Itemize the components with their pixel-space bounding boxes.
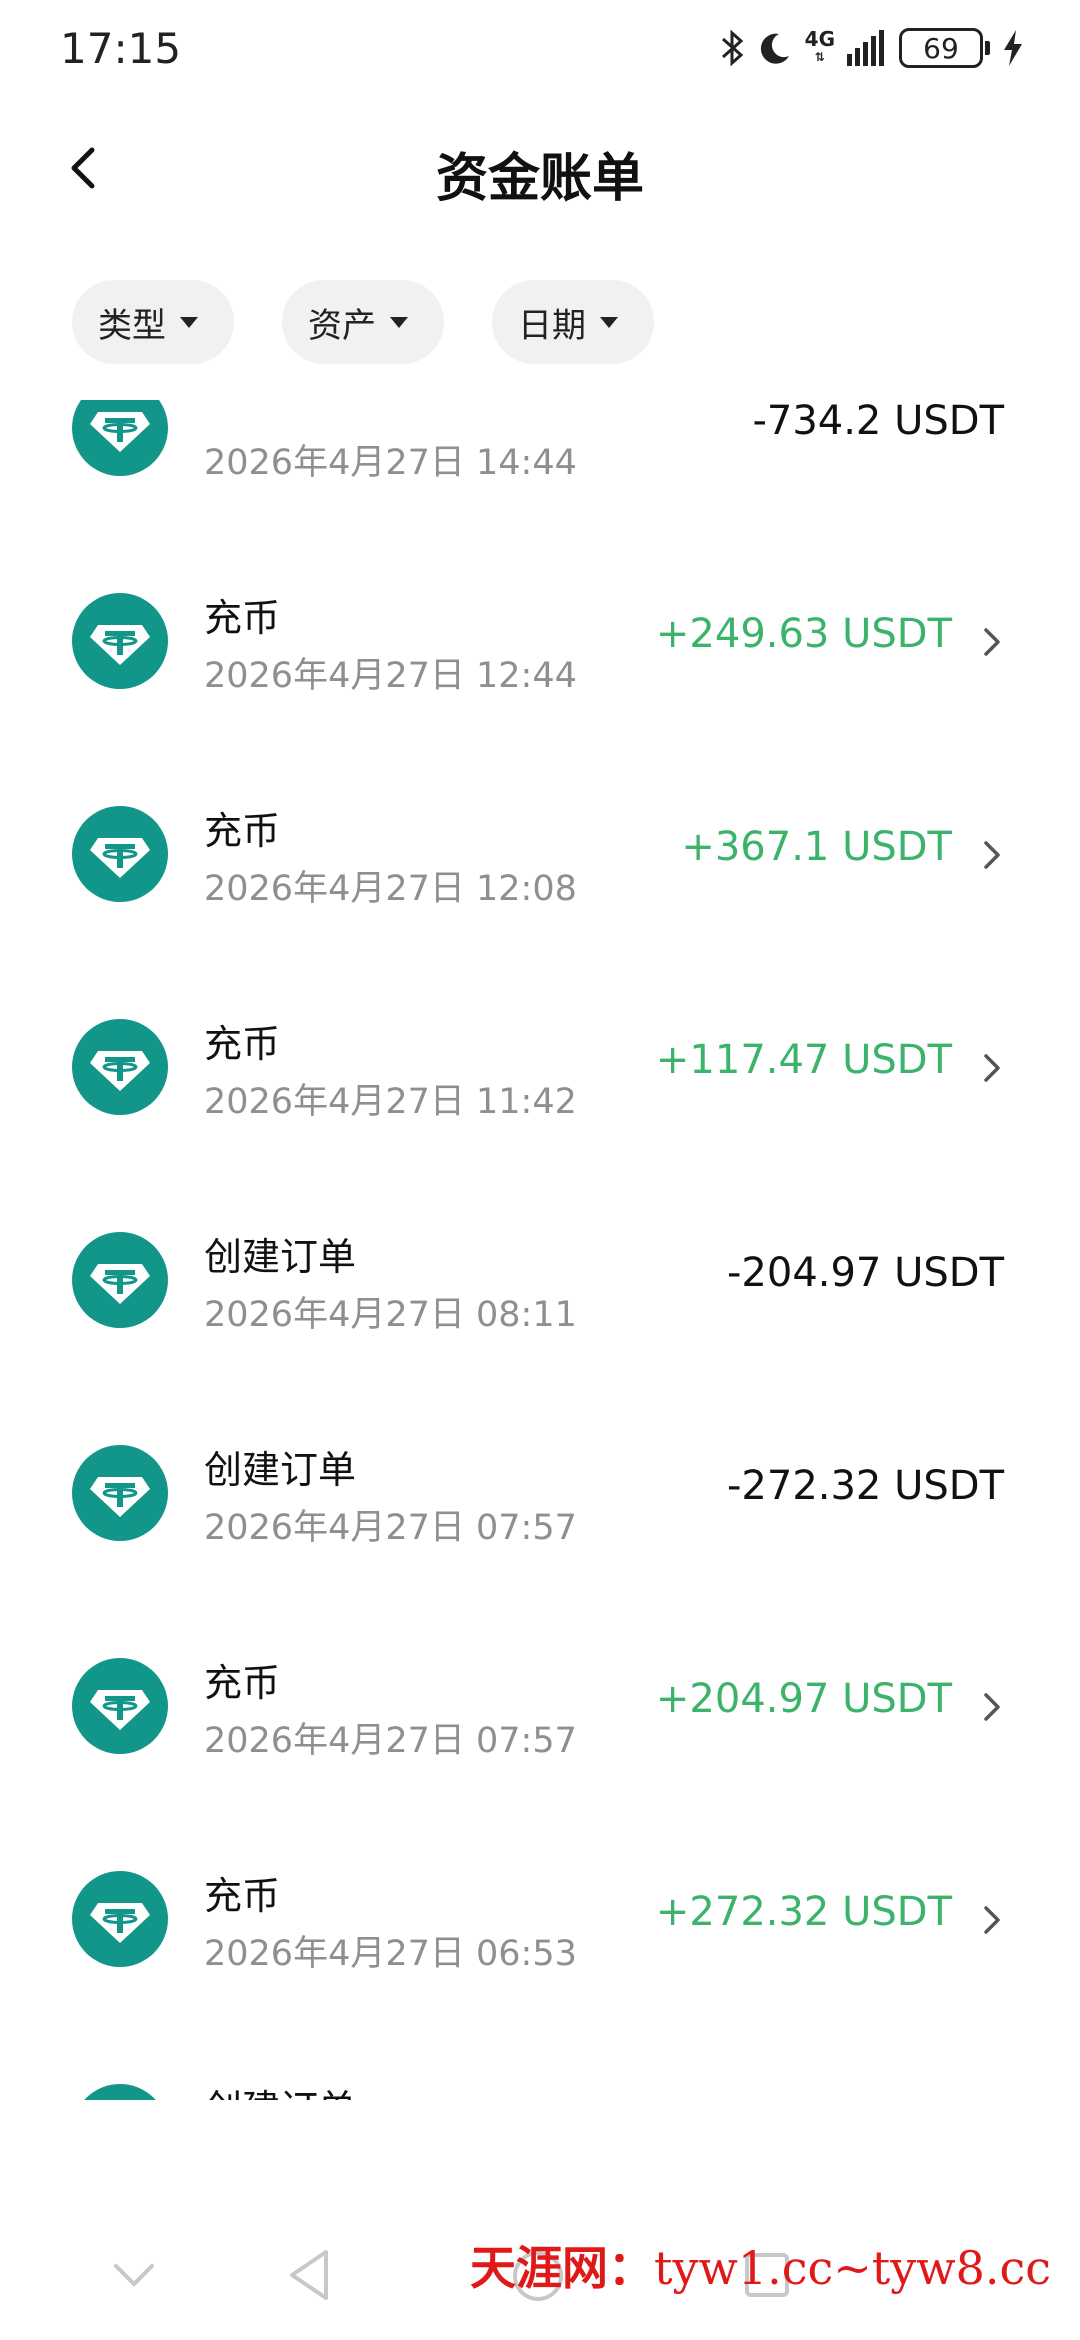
nav-back-triangle-icon[interactable] <box>286 2248 332 2302</box>
transaction-amount: -272.32 USDT <box>726 1463 1004 1509</box>
transaction-row: 2026年4月27日 14:44 -734.2 USDT <box>0 400 1080 543</box>
transaction-type: 创建订单 <box>204 1448 357 1492</box>
transaction-row[interactable]: 充币 2026年4月27日 12:08 +367.1 USDT <box>0 756 1080 969</box>
transaction-row: 创建订单 2026年4月27日 07:57 -272.32 USDT <box>0 1395 1080 1608</box>
transaction-date: 2026年4月27日 07:57 <box>204 1721 577 1761</box>
transaction-type: 充币 <box>204 1874 281 1918</box>
filter-date-dropdown[interactable]: 日期 <box>492 280 654 364</box>
usdt-tether-icon <box>72 1658 168 1754</box>
transaction-type: 充币 <box>204 1022 281 1066</box>
filter-label: 资产 <box>308 305 376 346</box>
chevron-right-icon <box>984 628 1000 656</box>
chevron-right-icon <box>984 841 1000 869</box>
filter-bar: 类型 资产 日期 <box>72 280 654 364</box>
filter-asset-dropdown[interactable]: 资产 <box>282 280 444 364</box>
transaction-amount: -734.2 USDT <box>752 400 1004 444</box>
caret-down-icon <box>390 316 408 328</box>
usdt-tether-icon <box>72 1871 168 1967</box>
caret-down-icon <box>180 316 198 328</box>
transaction-date: 2026年4月27日 06:53 <box>204 1934 577 1974</box>
filter-type-dropdown[interactable]: 类型 <box>72 280 234 364</box>
transaction-date: 2026年4月27日 12:08 <box>204 869 577 909</box>
battery-tip <box>985 41 990 55</box>
transaction-type: 创建订单 <box>204 2078 356 2100</box>
transaction-list[interactable]: 2026年4月27日 14:44 -734.2 USDT 充币 2026年4月27日 … <box>0 400 1080 2100</box>
transaction-list-content: 2026年4月27日 14:44 -734.2 USDT 充币 2026年4月27日 … <box>0 400 1080 2100</box>
transaction-amount: +367.1 USDT <box>681 824 952 870</box>
network-type: 4G ⇅ <box>804 27 835 64</box>
usdt-tether-icon <box>72 593 168 689</box>
charging-bolt-icon <box>1004 30 1022 66</box>
status-bar: 17:15 4G ⇅ 69 <box>0 0 1080 100</box>
status-time: 17:15 <box>60 24 182 73</box>
filter-label: 日期 <box>518 305 586 346</box>
transaction-row: 创建订单 2026年4月27日 08:11 -204.97 USDT <box>0 1182 1080 1395</box>
transaction-amount: +249.63 USDT <box>655 611 952 657</box>
usdt-tether-icon <box>72 400 168 476</box>
transaction-date: 2026年4月27日 12:44 <box>204 656 577 696</box>
nav-collapse-chevron-icon[interactable] <box>112 2260 156 2290</box>
battery-indicator: 69 <box>899 28 983 68</box>
watermark-cn: 天涯网： <box>470 2241 654 2295</box>
chevron-right-icon <box>984 1906 1000 1934</box>
header: 资金账单 <box>0 110 1080 230</box>
transaction-date: 2026年4月27日 08:11 <box>204 1295 577 1335</box>
transaction-date: 2026年4月27日 07:57 <box>204 1508 577 1548</box>
usdt-tether-icon <box>72 1232 168 1328</box>
bluetooth-icon <box>721 29 743 67</box>
transaction-amount: -204.97 USDT <box>726 1250 1004 1296</box>
caret-down-icon <box>600 316 618 328</box>
transaction-date: 2026年4月27日 11:42 <box>204 1082 577 1122</box>
transaction-row[interactable]: 充币 2026年4月27日 11:42 +117.47 USDT <box>0 969 1080 1182</box>
watermark-url: tyw1.cc~tyw8.cc <box>654 2241 1052 2295</box>
transaction-row: 创建订单 <box>0 2034 1080 2100</box>
transaction-amount: +272.32 USDT <box>655 1889 952 1935</box>
chevron-right-icon <box>984 1693 1000 1721</box>
transaction-type: 充币 <box>204 809 281 853</box>
filter-label: 类型 <box>98 305 166 346</box>
screen: 17:15 4G ⇅ 69 资金账单 类型 资产 日期 2026年4月27日 1… <box>0 0 1080 2340</box>
usdt-tether-icon <box>72 1019 168 1115</box>
watermark-overlay: 天涯网：tyw1.cc~tyw8.cc <box>470 2232 1051 2298</box>
transaction-type: 充币 <box>204 596 281 640</box>
usdt-tether-icon <box>72 806 168 902</box>
transaction-row[interactable]: 充币 2026年4月27日 07:57 +204.97 USDT <box>0 1608 1080 1821</box>
transaction-amount: +117.47 USDT <box>655 1037 952 1083</box>
usdt-tether-icon <box>72 1445 168 1541</box>
transaction-amount: +204.97 USDT <box>655 1676 952 1722</box>
transaction-type: 创建订单 <box>204 1235 357 1279</box>
chevron-right-icon <box>984 1054 1000 1082</box>
transaction-type: 充币 <box>204 1661 281 1705</box>
transaction-row[interactable]: 充币 2026年4月27日 06:53 +272.32 USDT <box>0 1821 1080 2034</box>
transaction-row[interactable]: 充币 2026年4月27日 12:44 +249.63 USDT <box>0 543 1080 756</box>
status-icons: 4G ⇅ 69 <box>719 28 1024 68</box>
page-title: 资金账单 <box>435 149 644 209</box>
signal-icon <box>847 30 884 66</box>
transaction-date: 2026年4月27日 14:44 <box>204 443 577 483</box>
do-not-disturb-moon-icon <box>760 33 789 64</box>
usdt-tether-icon <box>84 2084 156 2100</box>
